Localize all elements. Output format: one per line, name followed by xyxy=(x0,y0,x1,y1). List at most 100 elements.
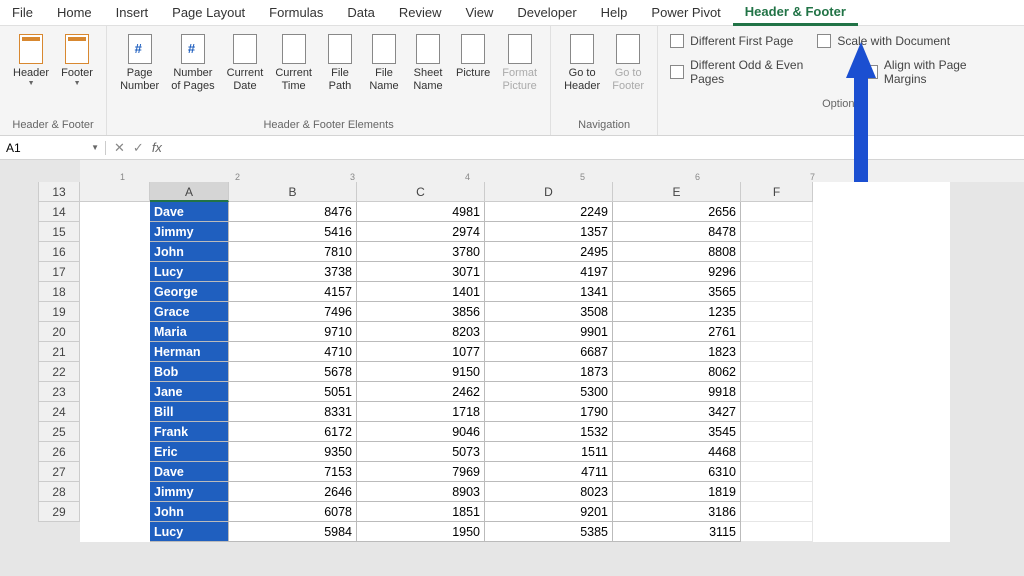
cell-value[interactable]: 6687 xyxy=(485,342,613,362)
row-header[interactable]: 25 xyxy=(38,422,80,442)
cell-value[interactable]: 2462 xyxy=(357,382,485,402)
cell-name[interactable]: Herman xyxy=(150,342,229,362)
tab-page-layout[interactable]: Page Layout xyxy=(160,1,257,24)
tab-insert[interactable]: Insert xyxy=(104,1,161,24)
row-header[interactable]: 27 xyxy=(38,462,80,482)
cell-value[interactable]: 1819 xyxy=(613,482,741,502)
cell-value[interactable]: 1401 xyxy=(357,282,485,302)
cell-value[interactable]: 4197 xyxy=(485,262,613,282)
cell-value[interactable]: 9150 xyxy=(357,362,485,382)
name-box[interactable]: A1 ▼ xyxy=(0,141,106,155)
cell-empty[interactable] xyxy=(741,262,813,282)
cell-empty[interactable] xyxy=(741,442,813,462)
ribbon-btn-picture[interactable]: Picture xyxy=(451,30,495,83)
cell-value[interactable]: 3186 xyxy=(613,502,741,522)
cell-value[interactable]: 1823 xyxy=(613,342,741,362)
ribbon-btn-current-date[interactable]: CurrentDate xyxy=(222,30,269,96)
cell-empty[interactable] xyxy=(741,382,813,402)
cell-value[interactable]: 1357 xyxy=(485,222,613,242)
cell-value[interactable]: 5073 xyxy=(357,442,485,462)
ribbon-btn-page-number[interactable]: PageNumber xyxy=(115,30,164,96)
col-header-c[interactable]: C xyxy=(357,182,485,202)
ribbon-btn-number-of-pages[interactable]: Numberof Pages xyxy=(166,30,219,96)
cell-name[interactable]: Dave xyxy=(150,462,229,482)
tab-file[interactable]: File xyxy=(0,1,45,24)
cell-name[interactable]: Bill xyxy=(150,402,229,422)
tab-data[interactable]: Data xyxy=(335,1,386,24)
cell-value[interactable]: 3780 xyxy=(357,242,485,262)
checkbox-different-odd-even-pages[interactable]: Different Odd & Even Pages xyxy=(670,58,840,86)
cell-name[interactable]: Bob xyxy=(150,362,229,382)
row-header[interactable]: 21 xyxy=(38,342,80,362)
cell-value[interactable]: 9350 xyxy=(229,442,357,462)
cell-value[interactable]: 2974 xyxy=(357,222,485,242)
row-header[interactable]: 14 xyxy=(38,202,80,222)
enter-icon[interactable]: ✓ xyxy=(133,140,144,156)
cell-value[interactable]: 6172 xyxy=(229,422,357,442)
cell-value[interactable]: 9901 xyxy=(485,322,613,342)
cell-empty[interactable] xyxy=(741,462,813,482)
cell-name[interactable]: Frank xyxy=(150,422,229,442)
tab-developer[interactable]: Developer xyxy=(505,1,588,24)
cell-name[interactable]: John xyxy=(150,502,229,522)
cell-name[interactable]: Dave xyxy=(150,202,229,222)
row-header[interactable]: 20 xyxy=(38,322,80,342)
cell-value[interactable]: 3565 xyxy=(613,282,741,302)
cell-value[interactable]: 8808 xyxy=(613,242,741,262)
ribbon-btn-header[interactable]: Header▼ xyxy=(8,30,54,92)
cell-value[interactable]: 3856 xyxy=(357,302,485,322)
cell-value[interactable]: 8023 xyxy=(485,482,613,502)
cell-value[interactable]: 4711 xyxy=(485,462,613,482)
cell-name[interactable]: Maria xyxy=(150,322,229,342)
cell-value[interactable]: 1950 xyxy=(357,522,485,542)
cell-value[interactable]: 3508 xyxy=(485,302,613,322)
cell-empty[interactable] xyxy=(741,302,813,322)
cell-value[interactable]: 7969 xyxy=(357,462,485,482)
row-header[interactable]: 23 xyxy=(38,382,80,402)
cell-value[interactable]: 9296 xyxy=(613,262,741,282)
cell-value[interactable]: 7153 xyxy=(229,462,357,482)
cell-value[interactable]: 1341 xyxy=(485,282,613,302)
cell-empty[interactable] xyxy=(741,362,813,382)
cell-empty[interactable] xyxy=(741,422,813,442)
cell-value[interactable]: 8062 xyxy=(613,362,741,382)
ribbon-btn-file-name[interactable]: FileName xyxy=(363,30,405,96)
cell-value[interactable]: 1718 xyxy=(357,402,485,422)
row-header[interactable]: 15 xyxy=(38,222,80,242)
ribbon-btn-footer[interactable]: Footer▼ xyxy=(56,30,98,92)
cell-name[interactable]: Jane xyxy=(150,382,229,402)
row-header[interactable]: 24 xyxy=(38,402,80,422)
cell-value[interactable]: 6310 xyxy=(613,462,741,482)
row-header[interactable]: 18 xyxy=(38,282,80,302)
cell-value[interactable]: 4981 xyxy=(357,202,485,222)
cell-value[interactable]: 3427 xyxy=(613,402,741,422)
select-all-corner[interactable] xyxy=(80,182,150,202)
cell-name[interactable]: Eric xyxy=(150,442,229,462)
cell-value[interactable]: 8478 xyxy=(613,222,741,242)
checkbox-different-first-page[interactable]: Different First Page xyxy=(670,34,793,48)
fx-label[interactable]: fx xyxy=(152,140,162,155)
row-header[interactable]: 19 xyxy=(38,302,80,322)
cell-empty[interactable] xyxy=(741,482,813,502)
cell-value[interactable]: 4157 xyxy=(229,282,357,302)
cell-empty[interactable] xyxy=(741,502,813,522)
tab-header-footer[interactable]: Header & Footer xyxy=(733,0,858,26)
cell-value[interactable]: 9201 xyxy=(485,502,613,522)
row-header[interactable]: 13 xyxy=(38,182,80,202)
cell-value[interactable]: 2646 xyxy=(229,482,357,502)
cell-name[interactable]: George xyxy=(150,282,229,302)
cancel-icon[interactable]: ✕ xyxy=(114,140,125,156)
ribbon-btn-current-time[interactable]: CurrentTime xyxy=(270,30,317,96)
col-header-b[interactable]: B xyxy=(229,182,357,202)
cell-name[interactable]: Jimmy xyxy=(150,482,229,502)
cell-value[interactable]: 9918 xyxy=(613,382,741,402)
cell-name[interactable]: John xyxy=(150,242,229,262)
cell-empty[interactable] xyxy=(741,342,813,362)
ribbon-btn-sheet-name[interactable]: SheetName xyxy=(407,30,449,96)
tab-power-pivot[interactable]: Power Pivot xyxy=(639,1,732,24)
row-header[interactable]: 28 xyxy=(38,482,80,502)
cell-value[interactable]: 1790 xyxy=(485,402,613,422)
col-header-a[interactable]: A xyxy=(150,182,229,202)
cell-value[interactable]: 5385 xyxy=(485,522,613,542)
cell-empty[interactable] xyxy=(741,222,813,242)
